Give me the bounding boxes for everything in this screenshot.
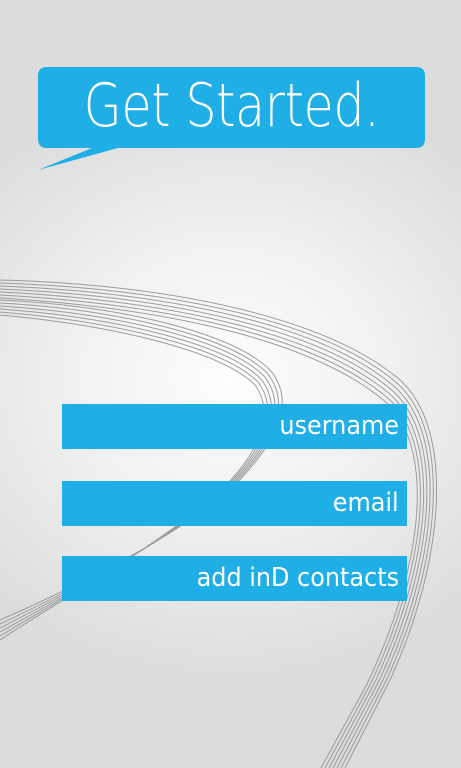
page-title: Get Started. xyxy=(83,71,380,141)
username-field-label: username xyxy=(279,411,399,441)
get-started-screen: Get Started. username email add inD cont… xyxy=(0,0,461,768)
email-field[interactable]: email xyxy=(62,481,407,526)
add-contacts-field-label: add inD contacts xyxy=(196,563,399,593)
username-field[interactable]: username xyxy=(62,404,407,449)
email-field-label: email xyxy=(333,488,399,518)
add-contacts-field[interactable]: add inD contacts xyxy=(62,556,407,601)
